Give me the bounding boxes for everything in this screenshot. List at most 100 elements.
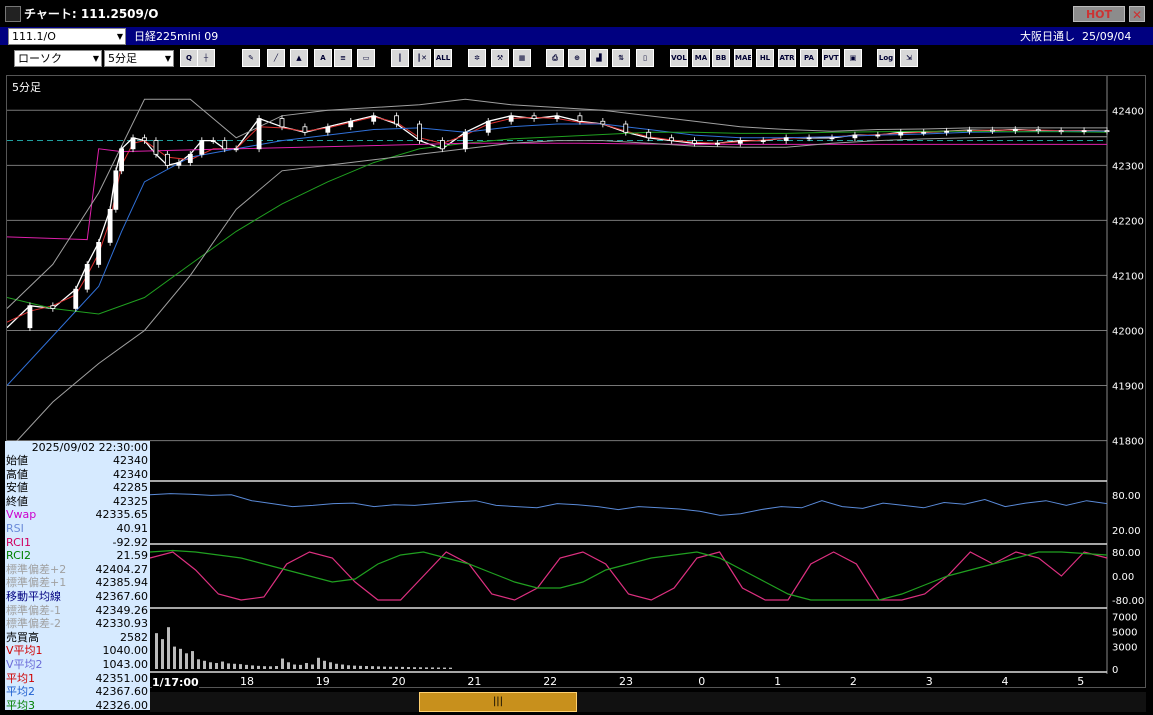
candle-delete-icon[interactable]: ┃✕	[413, 49, 431, 67]
scrollbar[interactable]	[150, 692, 1146, 712]
data-panel-value: 42367.60	[95, 590, 149, 603]
candle-body	[990, 129, 995, 132]
zoom-icon[interactable]: Q	[180, 49, 198, 67]
log-button[interactable]: Log	[877, 49, 895, 67]
candle-body	[646, 131, 652, 139]
candle-body	[233, 148, 239, 151]
volume-bar	[275, 666, 278, 669]
rsi-line	[149, 493, 1108, 516]
interval-select[interactable]: 5分足 ▼	[104, 50, 174, 67]
volume-bar	[323, 660, 326, 669]
export-icon[interactable]: ⇲	[900, 49, 918, 67]
candle-body	[119, 148, 124, 172]
candle-body	[130, 137, 136, 150]
data-panel-row: RCI1 -92.92	[5, 536, 150, 549]
vol-button[interactable]: VOL	[670, 49, 688, 67]
candle-body	[760, 140, 766, 142]
pen-icon[interactable]: ✎	[242, 49, 260, 67]
volume-bar	[203, 660, 206, 669]
candle-body	[153, 140, 159, 155]
data-panel-value: 42325	[113, 494, 148, 508]
candle-body	[96, 242, 102, 265]
data-panel-label: 平均3	[6, 698, 35, 712]
volume-bar	[179, 648, 182, 669]
magnify-icon[interactable]: ⊕	[568, 49, 586, 67]
wrench-icon[interactable]: ⚒	[491, 49, 509, 67]
pvt-button[interactable]: PVT	[822, 49, 840, 67]
candle-body	[531, 115, 537, 119]
data-panel-label: 標準偏差+1	[6, 576, 67, 590]
bb-button[interactable]: BB	[712, 49, 730, 67]
mae-button[interactable]: MAE	[734, 49, 752, 67]
text-icon[interactable]: A	[314, 49, 332, 67]
data-panel-row: RCI2 21.59	[5, 549, 150, 562]
window-icon[interactable]: ▣	[844, 49, 862, 67]
data-panel-value: 2582	[120, 630, 148, 644]
candle-body	[692, 140, 697, 144]
volume-bar	[389, 666, 392, 669]
crosshair-icon[interactable]: ┼	[197, 49, 215, 67]
candle-body	[27, 305, 33, 329]
candle-body	[577, 115, 583, 122]
palette-icon[interactable]: ▦	[513, 49, 531, 67]
data-panel-value: -92.92	[112, 535, 148, 549]
data-panel-row: 標準偏差+1 42385.94	[5, 576, 150, 589]
candle-body	[462, 131, 468, 150]
ma-button[interactable]: MA	[692, 49, 710, 67]
volume-bar	[215, 663, 218, 669]
volume-bar	[299, 664, 302, 669]
candle-body	[898, 131, 904, 136]
data-panel: 2025/09/02 22:30:00 始値 42340 高値 42340 安値 4228…	[5, 441, 150, 712]
data-panel-row: Vwap 42335.65	[5, 508, 150, 521]
bar-chart-icon[interactable]: ▟	[590, 49, 608, 67]
volume-bar	[287, 662, 290, 669]
all-button[interactable]: ALL	[434, 49, 452, 67]
candle-body	[1104, 130, 1110, 133]
candle-body	[417, 123, 422, 141]
atr-button[interactable]: ATR	[778, 49, 796, 67]
series-line-ma-mid	[7, 123, 1107, 386]
data-panel-row: 移動平均線 42367.60	[5, 590, 150, 603]
hl-button[interactable]: HL	[756, 49, 774, 67]
pa-button[interactable]: PA	[800, 49, 818, 67]
price-tick-label: 42200	[1112, 216, 1144, 227]
compare-icon[interactable]: ⇅	[612, 49, 630, 67]
symbol-select[interactable]: 111.1/O ▼	[8, 28, 126, 45]
series-line-close	[7, 115, 1108, 329]
price-tick-label: 42100	[1112, 271, 1144, 282]
cursor-icon[interactable]: ▲	[290, 49, 308, 67]
data-panel-label: V平均2	[6, 658, 43, 671]
data-panel-row: V平均1 1040.00	[5, 644, 150, 657]
data-panel-datetime: 2025/09/02 22:30:00	[31, 441, 148, 454]
data-panel-value: 42340	[113, 454, 148, 467]
candle-body	[944, 130, 949, 133]
line-icon[interactable]: ╱	[267, 49, 285, 67]
data-panel-value: 42340	[113, 467, 148, 481]
candle-body	[73, 288, 79, 309]
volume-bar	[335, 663, 338, 669]
rci-tick-label: 80.00	[1112, 548, 1141, 559]
data-panel-label: 標準偏差-1	[6, 603, 61, 617]
volume-bar	[221, 661, 224, 669]
trash-icon[interactable]: ▭	[357, 49, 375, 67]
candle-icon[interactable]: ┃	[391, 49, 409, 67]
candle-body	[669, 137, 674, 141]
blank-icon[interactable]: ▯	[636, 49, 654, 67]
scrollbar-thumb[interactable]: |||	[419, 692, 577, 712]
data-panel-row: 安値 42285	[5, 481, 150, 494]
candle-body	[623, 123, 629, 133]
price-tick-label: 42300	[1112, 161, 1144, 172]
print-icon[interactable]: ⎙	[546, 49, 564, 67]
candle-body	[1058, 130, 1064, 133]
volume-bar	[263, 666, 266, 669]
data-panel-label: 平均1	[6, 671, 35, 685]
document-icon[interactable]: ≡	[334, 49, 352, 67]
chart-type-select[interactable]: ローソク ▼	[14, 50, 102, 67]
close-button[interactable]: ✕	[1129, 6, 1145, 22]
chart-canvas[interactable]: 42400 42300 42200 42100 42000 41900 41800 5分足 80…	[7, 76, 1145, 687]
candle-body	[852, 134, 858, 139]
volume-bar	[185, 653, 188, 669]
hot-button[interactable]: HOT	[1073, 6, 1125, 22]
data-panel-row: 売買高 2582	[5, 631, 150, 644]
gear-icon[interactable]: ✲	[468, 49, 486, 67]
